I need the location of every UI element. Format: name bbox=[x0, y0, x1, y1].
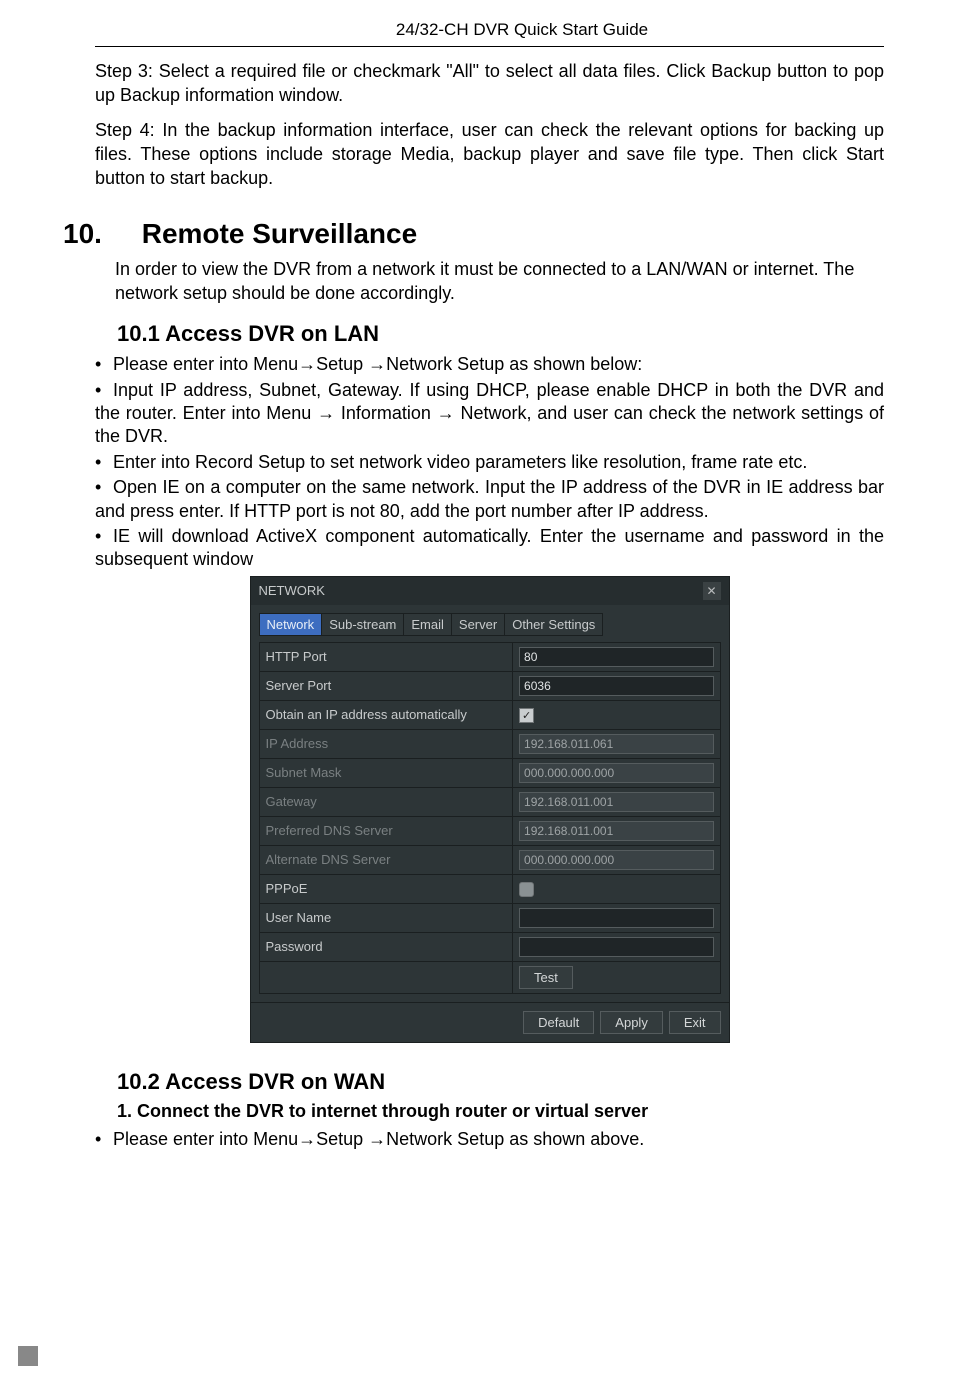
test-row-spacer bbox=[259, 961, 513, 993]
bullet-dot-icon: • bbox=[95, 379, 113, 402]
dialog-footer: Default Apply Exit bbox=[251, 1002, 729, 1042]
user-name-label: User Name bbox=[259, 903, 513, 932]
dialog-titlebar: NETWORK ✕ bbox=[251, 577, 729, 605]
paragraph-step3: Step 3: Select a required file or checkm… bbox=[95, 59, 884, 108]
pppoe-label: PPPoE bbox=[259, 874, 513, 903]
bullet-10-1-d: •Open IE on a computer on the same netwo… bbox=[95, 476, 884, 523]
section-10-intro: In order to view the DVR from a network … bbox=[115, 258, 884, 305]
obtain-auto-checkbox[interactable]: ✓ bbox=[519, 708, 534, 723]
table-row: Obtain an IP address automatically ✓ bbox=[259, 700, 720, 729]
pref-dns-label: Preferred DNS Server bbox=[259, 816, 513, 845]
server-port-input[interactable] bbox=[519, 676, 713, 696]
user-name-input[interactable] bbox=[519, 908, 713, 928]
network-form-table: HTTP Port Server Port Obtain an IP addre… bbox=[259, 642, 721, 994]
network-dialog: NETWORK ✕ Network Sub-stream Email Serve… bbox=[250, 576, 730, 1043]
section-10-2-sub1: 1. Connect the DVR to internet through r… bbox=[95, 1101, 884, 1122]
table-row: Test bbox=[259, 961, 720, 993]
obtain-auto-label: Obtain an IP address automatically bbox=[259, 700, 513, 729]
bullet-10-1-c: •Enter into Record Setup to set network … bbox=[95, 451, 884, 474]
tab-network[interactable]: Network bbox=[259, 613, 323, 636]
pref-dns-field: 192.168.011.001 bbox=[519, 821, 713, 841]
bullet-dot-icon: • bbox=[95, 353, 113, 376]
bullet-10-1-e: •IE will download ActiveX component auto… bbox=[95, 525, 884, 572]
password-input[interactable] bbox=[519, 937, 713, 957]
section-10-2-heading: 10.2 Access DVR on WAN bbox=[95, 1069, 884, 1095]
section-10-heading: 10. Remote Surveillance bbox=[95, 218, 884, 250]
tab-email[interactable]: Email bbox=[403, 613, 452, 636]
table-row: Preferred DNS Server 192.168.011.001 bbox=[259, 816, 720, 845]
table-row: IP Address 192.168.011.061 bbox=[259, 729, 720, 758]
alt-dns-field: 000.000.000.000 bbox=[519, 850, 713, 870]
page-corner-marker bbox=[18, 1346, 38, 1366]
paragraph-step4: Step 4: In the backup information interf… bbox=[95, 118, 884, 191]
test-button[interactable]: Test bbox=[519, 966, 573, 989]
subnet-mask-field: 000.000.000.000 bbox=[519, 763, 713, 783]
close-icon[interactable]: ✕ bbox=[703, 582, 721, 600]
section-10-number: 10. bbox=[63, 218, 102, 249]
bullet-dot-icon: • bbox=[95, 1128, 113, 1151]
alt-dns-label: Alternate DNS Server bbox=[259, 845, 513, 874]
pppoe-checkbox[interactable]: ✓ bbox=[519, 882, 534, 897]
section-10-title: Remote Surveillance bbox=[142, 218, 417, 249]
bullet-dot-icon: • bbox=[95, 525, 113, 548]
section-10-1-heading: 10.1 Access DVR on LAN bbox=[95, 321, 884, 347]
table-row: HTTP Port bbox=[259, 642, 720, 671]
table-row: Server Port bbox=[259, 671, 720, 700]
ip-address-label: IP Address bbox=[259, 729, 513, 758]
bullet-dot-icon: • bbox=[95, 476, 113, 499]
gateway-label: Gateway bbox=[259, 787, 513, 816]
table-row: User Name bbox=[259, 903, 720, 932]
tab-server[interactable]: Server bbox=[451, 613, 505, 636]
table-row: Alternate DNS Server 000.000.000.000 bbox=[259, 845, 720, 874]
bullet-10-1-b: •Input IP address, Subnet, Gateway. If u… bbox=[95, 379, 884, 449]
table-row: Subnet Mask 000.000.000.000 bbox=[259, 758, 720, 787]
bullet-dot-icon: • bbox=[95, 451, 113, 474]
dialog-tabs: Network Sub-stream Email Server Other Se… bbox=[259, 613, 721, 636]
bullet-10-2-a: •Please enter into Menu→Setup →Network S… bbox=[95, 1128, 884, 1151]
exit-button[interactable]: Exit bbox=[669, 1011, 721, 1034]
ip-address-field: 192.168.011.061 bbox=[519, 734, 713, 754]
password-label: Password bbox=[259, 932, 513, 961]
http-port-label: HTTP Port bbox=[259, 642, 513, 671]
server-port-label: Server Port bbox=[259, 671, 513, 700]
http-port-input[interactable] bbox=[519, 647, 713, 667]
table-row: Password bbox=[259, 932, 720, 961]
dialog-title: NETWORK bbox=[259, 583, 325, 598]
header-divider bbox=[95, 46, 884, 47]
table-row: PPPoE ✓ bbox=[259, 874, 720, 903]
apply-button[interactable]: Apply bbox=[600, 1011, 663, 1034]
bullet-10-1-a: •Please enter into Menu→Setup →Network S… bbox=[95, 353, 884, 376]
table-row: Gateway 192.168.011.001 bbox=[259, 787, 720, 816]
tab-other-settings[interactable]: Other Settings bbox=[504, 613, 603, 636]
tab-sub-stream[interactable]: Sub-stream bbox=[321, 613, 404, 636]
default-button[interactable]: Default bbox=[523, 1011, 594, 1034]
gateway-field: 192.168.011.001 bbox=[519, 792, 713, 812]
page-header: 24/32-CH DVR Quick Start Guide bbox=[95, 20, 884, 40]
subnet-mask-label: Subnet Mask bbox=[259, 758, 513, 787]
